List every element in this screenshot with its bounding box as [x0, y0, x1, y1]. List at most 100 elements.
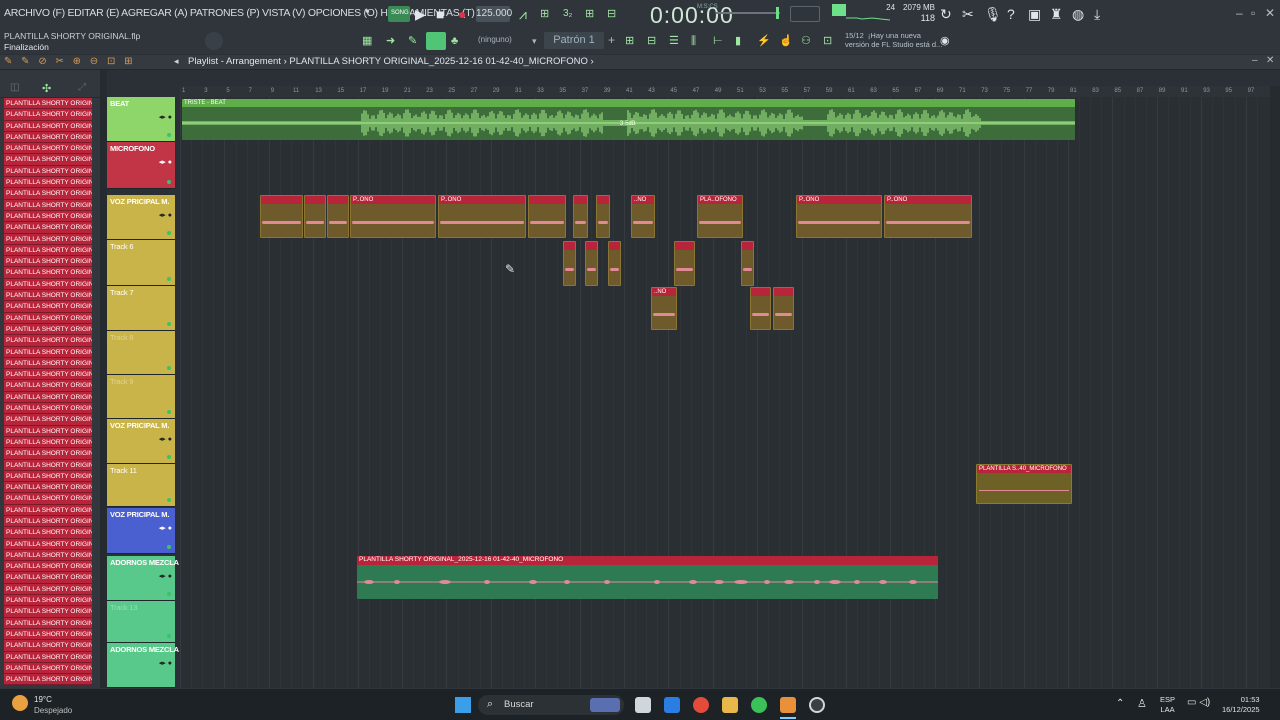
track-enable-dot[interactable]	[167, 592, 171, 596]
touch-icon[interactable]: ☝	[779, 34, 793, 48]
weather-description[interactable]: Despejado	[34, 706, 72, 715]
play-icon[interactable]: ▶	[415, 7, 426, 21]
track-header-6[interactable]: Track 6	[107, 240, 175, 286]
track-header-9[interactable]: Track 9	[107, 375, 175, 419]
photos-app-icon[interactable]	[664, 697, 680, 713]
piano-roll-icon[interactable]: ☰	[669, 34, 679, 48]
track-mute-icon[interactable]: ◂▸ ●	[159, 435, 172, 443]
track-header-voz-1[interactable]: VOZ PRICIPAL M. ◂▸ ●	[107, 195, 175, 240]
typing-keyboard-icon[interactable]: 3₂	[563, 7, 572, 21]
browser-item[interactable]: PLANTILLA SHORTY ORIGINA	[4, 561, 92, 573]
browser-item[interactable]: PLANTILLA SHORTY ORIGINA	[4, 131, 92, 144]
vocal-clip[interactable]	[596, 195, 610, 238]
browser-item[interactable]: PLANTILLA SHORTY ORIGINA	[4, 188, 92, 200]
browser-item[interactable]: PLANTILLA SHORTY ORIGINA	[4, 504, 92, 516]
browser-item[interactable]: PLANTILLA SHORTY ORIGINA	[4, 470, 92, 483]
minimize-icon[interactable]: –	[1236, 6, 1243, 20]
browser-item[interactable]: PLANTILLA SHORTY ORIGINA	[4, 448, 92, 460]
tray-chevron-icon[interactable]: ⌃	[1116, 698, 1124, 709]
browser-item[interactable]: PLANTILLA SHORTY ORIGINA	[4, 199, 92, 211]
track-enable-dot[interactable]	[167, 366, 171, 370]
browser-item[interactable]: PLANTILLA SHORTY ORIGINA	[4, 380, 92, 392]
browser-item[interactable]: PLANTILLA SHORTY ORIGINA	[4, 154, 92, 166]
browser-item[interactable]: PLANTILLA SHORTY ORIGINA	[4, 222, 92, 234]
close-icon[interactable]: ✕	[1265, 6, 1275, 20]
browser-item[interactable]: PLANTILLA SHORTY ORIGINA	[4, 357, 92, 370]
clip-microfono-adornos[interactable]: PLANTILLA SHORTY ORIGINAL_2025-12-16 01-…	[357, 556, 938, 599]
browser-item[interactable]: PLANTILLA SHORTY ORIGINA	[4, 346, 92, 358]
track-header-adornos-1[interactable]: ADORNOS MEZCLA ◂▸ ●	[107, 556, 179, 601]
fl-studio-icon[interactable]	[780, 697, 796, 713]
clip-microfono-track11[interactable]: PLANTILLA S..40_MICROFONO	[976, 464, 1072, 504]
browser-item[interactable]: PLANTILLA SHORTY ORIGINA	[4, 391, 92, 404]
track-enable-dot[interactable]	[167, 498, 171, 502]
browser-item[interactable]: PLANTILLA SHORTY ORIGINA	[4, 583, 92, 596]
track-mute-icon[interactable]: ◂▸ ●	[159, 211, 172, 219]
track-header-microfono[interactable]: MICROFONO ◂▸ ●	[107, 142, 175, 189]
playlist-tools[interactable]: ✎ ✎ ⊘ ✂ ⊕ ⊖ ⊡ ⊞	[4, 56, 135, 67]
browser-item[interactable]: PLANTILLA SHORTY ORIGINA	[4, 301, 92, 313]
browser-item[interactable]: PLANTILLA SHORTY ORIGINA	[4, 628, 92, 641]
track-enable-dot[interactable]	[167, 322, 171, 326]
wait-input-icon[interactable]: ⊞	[585, 7, 594, 21]
browser-item[interactable]: PLANTILLA SHORTY ORIGINA	[4, 606, 92, 618]
windows-start-icon[interactable]	[455, 697, 471, 713]
pitch-icon[interactable]: ⩘	[519, 7, 527, 21]
vocal-clip[interactable]	[528, 195, 566, 238]
task-view-icon[interactable]	[635, 697, 651, 713]
browser-item[interactable]: PLANTILLA SHORTY ORIGINA	[4, 312, 92, 324]
paint-tool-button[interactable]	[426, 32, 446, 50]
track-header-voz-3[interactable]: VOZ PRICIPAL M. ◂▸ ●	[107, 508, 175, 554]
browser-item[interactable]: PLANTILLA SHORTY ORIGINA	[4, 323, 92, 336]
news-panel[interactable]: 15/12 ¡Hay una nueva versión de FL Studi…	[845, 31, 942, 49]
vocal-clip[interactable]	[674, 241, 695, 286]
download-icon[interactable]: ⤓	[1094, 7, 1100, 21]
master-volume-handle[interactable]	[776, 7, 779, 19]
browser-item[interactable]: PLANTILLA SHORTY ORIGINA	[4, 425, 92, 437]
chat-icon[interactable]: ◍	[1072, 7, 1084, 21]
browser-item[interactable]: PLANTILLA SHORTY ORIGINA	[4, 572, 92, 584]
vocal-clip[interactable]	[773, 287, 794, 330]
vocal-clip[interactable]	[750, 287, 771, 330]
browser-item[interactable]: PLANTILLA SHORTY ORIGINA	[4, 120, 92, 132]
help-icon[interactable]: ?	[1007, 7, 1015, 21]
track-enable-dot[interactable]	[167, 277, 171, 281]
browser-item[interactable]: PLANTILLA SHORTY ORIGINA	[4, 244, 92, 257]
mixer-icon[interactable]: ⊞	[625, 34, 634, 48]
weather-temperature[interactable]: 19°C	[34, 695, 52, 704]
track-mute-icon[interactable]: ◂▸ ●	[159, 158, 172, 166]
record-icon[interactable]: ●	[458, 7, 466, 21]
browser-item[interactable]: PLANTILLA SHORTY ORIGINA	[4, 369, 92, 381]
vocal-clip[interactable]	[260, 195, 303, 238]
browser-item[interactable]: PLANTILLA SHORTY ORIGINA	[4, 109, 92, 121]
song-mode-button[interactable]: SONG	[388, 6, 410, 22]
tempo-display[interactable]: 125.000	[476, 6, 512, 22]
track-header-8[interactable]: Track 8	[107, 331, 175, 375]
file-explorer-icon[interactable]	[722, 697, 738, 713]
plug-icon[interactable]: ⚡	[757, 34, 771, 48]
browser-item[interactable]: PLANTILLA SHORTY ORIGINA	[4, 459, 92, 471]
browser-tree-icon[interactable]: ⊢	[713, 34, 723, 48]
track-mute-icon[interactable]: ◂▸ ●	[159, 659, 172, 667]
master-volume-slider[interactable]	[716, 7, 780, 19]
browser-collapse-icon[interactable]: ◫	[10, 82, 19, 93]
track-header-11[interactable]: Track 11	[107, 464, 175, 507]
track-enable-dot[interactable]	[167, 545, 171, 549]
track-header-7[interactable]: Track 7	[107, 286, 175, 331]
taskbar-search[interactable]: ⌕ Buscar	[478, 695, 624, 715]
pattern-select[interactable]: Patrón 1	[544, 32, 604, 49]
stop-icon[interactable]: ■	[436, 7, 444, 21]
browser-item[interactable]: PLANTILLA SHORTY ORIGINA	[4, 549, 92, 562]
time-display[interactable]: 0:00:00	[650, 2, 734, 29]
browser-item[interactable]: PLANTILLA SHORTY ORIGINA	[4, 143, 92, 155]
browser-item[interactable]: PLANTILLA SHORTY ORIGINA	[4, 290, 92, 302]
browser-item[interactable]: PLANTILLA SHORTY ORIGINA	[4, 165, 92, 178]
browser-snap-icon[interactable]: ✣	[42, 82, 51, 95]
vocal-clip[interactable]	[304, 195, 326, 238]
clock[interactable]: 01:53 16/12/2025	[1222, 695, 1260, 715]
scissors-icon[interactable]: ✂	[962, 7, 974, 21]
channel-rack-icon[interactable]: ⊟	[647, 34, 656, 48]
browser-item[interactable]: PLANTILLA SHORTY ORIGINA	[4, 482, 92, 494]
cart-icon[interactable]: ⊡	[823, 34, 832, 48]
track-enable-dot[interactable]	[167, 455, 171, 459]
